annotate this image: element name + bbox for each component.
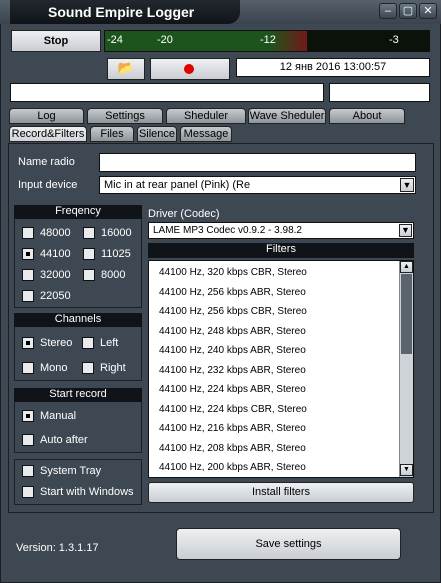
channels-option-label: Stereo [40, 337, 73, 349]
folder-icon: 📂 [117, 60, 135, 75]
frequency-title: Freqency [14, 205, 142, 219]
install-filters-button[interactable]: Install filters [148, 482, 414, 503]
sub-tab-message[interactable]: Message [180, 126, 232, 142]
maximize-button[interactable]: ▢ [399, 3, 417, 19]
filter-item[interactable]: 44100 Hz, 224 kbps CBR, Stereo [159, 404, 307, 415]
frequency-option-label: 48000 [40, 227, 71, 239]
start-record-title: Start record [14, 388, 142, 402]
channels-title: Channels [14, 313, 142, 327]
main-tab-sheduler[interactable]: Sheduler [166, 108, 246, 124]
datetime-display: 12 янв 2016 13:00:57 [236, 58, 430, 77]
system-tray-label: System Tray [40, 465, 102, 477]
chevron-down-icon[interactable]: ▼ [399, 224, 412, 237]
sub-tab-silence[interactable]: Silence [137, 126, 177, 142]
main-tab-about[interactable]: About [329, 108, 405, 124]
filter-item[interactable]: 44100 Hz, 200 kbps ABR, Stereo [159, 462, 306, 473]
frequency-option-label: 44100 [40, 248, 71, 260]
input-device-label: Input device [18, 179, 78, 191]
channels-option-stereo[interactable] [22, 337, 34, 349]
frequency-option-16000[interactable] [83, 227, 95, 239]
scroll-up-arrow-icon[interactable]: ▲ [400, 261, 413, 273]
filter-item[interactable]: 44100 Hz, 256 kbps CBR, Stereo [159, 306, 307, 317]
filter-item[interactable]: 44100 Hz, 240 kbps ABR, Stereo [159, 345, 306, 356]
filter-item[interactable]: 44100 Hz, 248 kbps ABR, Stereo [159, 326, 306, 337]
main-tab-log[interactable]: Log [9, 108, 84, 124]
name-radio-input[interactable] [99, 153, 416, 172]
driver-value: LAME MP3 Codec v0.9.2 - 3.98.2 [153, 225, 302, 236]
input-device-value: Mic in at rear panel (Pink) (Re [104, 179, 251, 191]
save-settings-button[interactable]: Save settings [176, 528, 401, 560]
channels-option-label: Right [100, 362, 126, 374]
frequency-option-48000[interactable] [22, 227, 34, 239]
meter-tick: -3 [389, 34, 399, 46]
filter-item[interactable]: 44100 Hz, 256 kbps ABR, Stereo [159, 287, 306, 298]
main-tab-wave-sheduler[interactable]: Wave Sheduler [248, 108, 326, 124]
open-folder-button[interactable]: 📂 [107, 58, 145, 80]
sub-tab-record-filters[interactable]: Record&Filters [9, 126, 87, 142]
filter-item[interactable]: 44100 Hz, 224 kbps ABR, Stereo [159, 384, 306, 395]
start-windows-label: Start with Windows [40, 486, 134, 498]
meter-tick: -20 [157, 34, 173, 46]
start_record-option-manual[interactable] [22, 410, 34, 422]
system-tray-checkbox[interactable] [22, 465, 34, 477]
input-device-select[interactable]: Mic in at rear panel (Pink) (Re ▼ [99, 176, 416, 194]
channels-option-label: Mono [40, 362, 68, 374]
record-icon [184, 64, 194, 74]
record-button[interactable] [150, 58, 230, 80]
channels-option-left[interactable] [82, 337, 94, 349]
minimize-button[interactable]: – [379, 3, 397, 19]
filter-item[interactable]: 44100 Hz, 320 kbps CBR, Stereo [159, 267, 307, 278]
channels-option-mono[interactable] [22, 362, 34, 374]
meter-tick: -12 [260, 34, 276, 46]
filter-item[interactable]: 44100 Hz, 216 kbps ABR, Stereo [159, 423, 306, 434]
frequency-option-label: 32000 [40, 269, 71, 281]
frequency-option-label: 8000 [101, 269, 126, 281]
start-windows-checkbox[interactable] [22, 486, 34, 498]
filter-item[interactable]: 44100 Hz, 232 kbps ABR, Stereo [159, 365, 306, 376]
status-field-right [329, 83, 430, 102]
window-title: Sound Empire Logger [10, 0, 240, 24]
filters-title: Filters [148, 243, 414, 258]
frequency-option-label: 11025 [101, 248, 131, 260]
scroll-down-arrow-icon[interactable]: ▼ [400, 464, 413, 476]
name-radio-label: Name radio [18, 156, 75, 168]
filters-scrollbar[interactable]: ▲ ▼ [399, 261, 413, 477]
filters-list: 44100 Hz, 320 kbps CBR, Stereo 44100 Hz, … [148, 260, 414, 478]
frequency-option-22050[interactable] [22, 290, 34, 302]
version-label: Version: 1.3.1.17 [16, 542, 99, 554]
level-meter: -24 -20 -12 -3 [104, 30, 430, 52]
driver-label: Driver (Codec) [148, 208, 220, 220]
stop-button[interactable]: Stop [11, 30, 101, 52]
sub-tab-files[interactable]: Files [90, 126, 134, 142]
start_record-option-label: Auto after [40, 434, 88, 446]
frequency-option-44100[interactable] [22, 248, 34, 260]
frequency-option-label: 22050 [40, 290, 71, 302]
meter-fill [105, 31, 308, 51]
scroll-thumb[interactable] [401, 274, 412, 354]
driver-select[interactable]: LAME MP3 Codec v0.9.2 - 3.98.2 ▼ [148, 222, 414, 239]
frequency-option-11025[interactable] [83, 248, 95, 260]
channels-option-label: Left [100, 337, 119, 349]
main-tab-settings[interactable]: Settings [87, 108, 163, 124]
meter-tick: -24 [107, 34, 123, 46]
chevron-down-icon[interactable]: ▼ [400, 178, 414, 192]
frequency-option-label: 16000 [101, 227, 132, 239]
start_record-option-auto-after[interactable] [22, 434, 34, 446]
frequency-option-32000[interactable] [22, 269, 34, 281]
channels-option-right[interactable] [82, 362, 94, 374]
filter-item[interactable]: 44100 Hz, 208 kbps ABR, Stereo [159, 443, 306, 454]
status-field [10, 83, 324, 102]
start_record-option-label: Manual [40, 410, 77, 422]
close-button[interactable]: ✕ [419, 3, 437, 19]
frequency-option-8000[interactable] [83, 269, 95, 281]
